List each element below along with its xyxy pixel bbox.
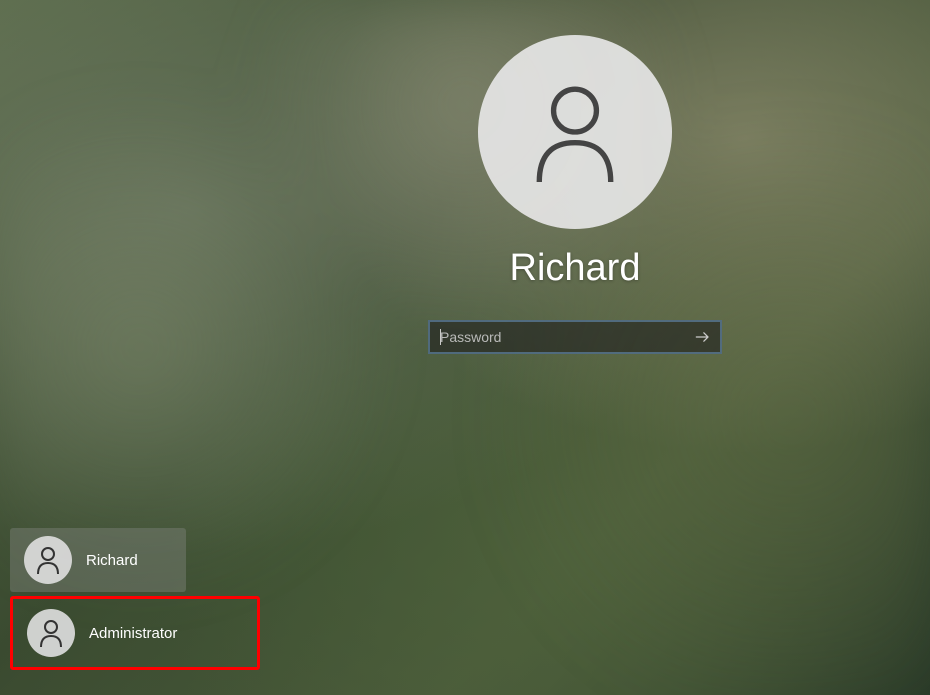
user-avatar-small <box>27 609 75 657</box>
person-icon <box>36 546 60 574</box>
user-switcher-list: Richard Administrator <box>10 528 260 670</box>
text-caret <box>440 329 441 345</box>
user-avatar-small <box>24 536 72 584</box>
user-item-label: Richard <box>86 552 138 569</box>
user-item-administrator[interactable]: Administrator <box>10 596 260 670</box>
password-container <box>428 320 722 354</box>
person-icon <box>530 82 620 182</box>
submit-button[interactable] <box>686 322 720 352</box>
user-item-label: Administrator <box>89 625 177 642</box>
arrow-right-icon <box>693 327 713 347</box>
login-panel: Richard <box>428 35 722 354</box>
user-avatar-large <box>478 35 672 229</box>
password-input[interactable] <box>430 322 686 352</box>
username-display: Richard <box>510 247 641 290</box>
person-icon <box>39 619 63 647</box>
user-item-richard[interactable]: Richard <box>10 528 186 592</box>
